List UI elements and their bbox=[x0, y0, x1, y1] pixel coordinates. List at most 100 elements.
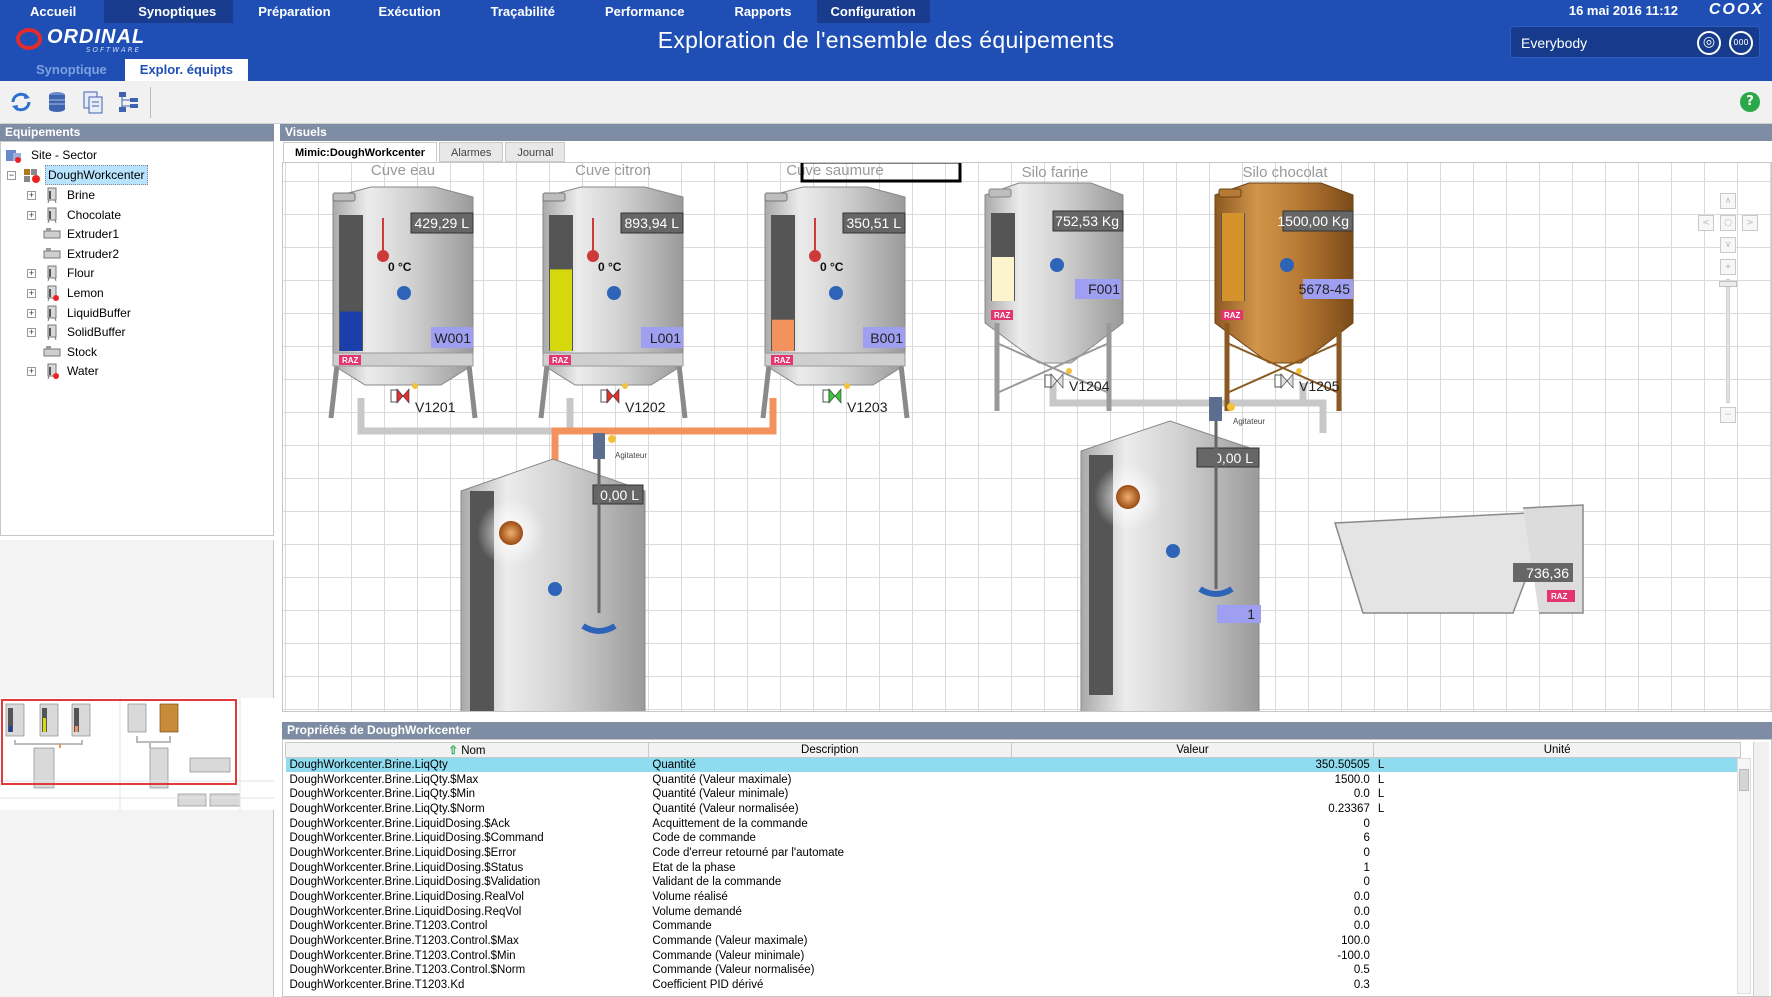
tab-journal[interactable]: Journal bbox=[505, 142, 566, 162]
tree-item-stock[interactable]: Stock bbox=[21, 342, 241, 362]
mixer-right[interactable]: 0,00 L Agitateur 1 bbox=[1080, 397, 1265, 712]
column-header-unite[interactable]: Unité bbox=[1373, 742, 1741, 758]
copy-documents-icon[interactable] bbox=[80, 89, 106, 115]
table-row[interactable]: DoughWorkcenter.Brine.LiquidDosing.ReqVo… bbox=[286, 904, 1741, 919]
table-row[interactable]: DoughWorkcenter.Brine.LiquidDosing.$Stat… bbox=[286, 860, 1741, 875]
user-code-button[interactable]: 000 bbox=[1729, 31, 1753, 55]
silo-farine[interactable]: Silo farine RAZ 752,53 Kg F001 V1204 bbox=[984, 164, 1124, 411]
inner-scrollbar-thumb[interactable] bbox=[1739, 769, 1749, 791]
expand-icon[interactable]: + bbox=[27, 289, 36, 298]
tree-item-extruder1[interactable]: Extruder1 bbox=[21, 224, 241, 244]
collapse-icon[interactable]: − bbox=[7, 171, 16, 180]
raz-button: RAZ bbox=[342, 356, 359, 365]
nav-preparation[interactable]: Préparation bbox=[233, 0, 353, 23]
tanks-layer: Cuve eau RAZ 429,29 L 0 °C W001 V1201 Cuve cit… bbox=[328, 163, 1354, 419]
tank-icon bbox=[47, 187, 57, 203]
tank-b001[interactable]: Cuve saumureRAZ350,51 L0 °CB001V1203 bbox=[760, 163, 962, 419]
cell-nom: DoughWorkcenter.Brine.LiquidDosing.$Ack bbox=[289, 817, 510, 830]
tab-synoptique[interactable]: Synoptique bbox=[18, 59, 125, 81]
tree-item-liquidbuffer[interactable]: + LiquidBuffer bbox=[21, 303, 241, 323]
tree-root[interactable]: Site - Sector bbox=[5, 145, 205, 165]
cell-description: Volume demandé bbox=[652, 905, 742, 918]
pan-up-icon[interactable]: ∧ bbox=[1720, 193, 1736, 209]
database-icon[interactable] bbox=[44, 89, 70, 115]
tank-l001[interactable]: Cuve citron RAZ 893,94 L 0 °C L001 V1202 bbox=[538, 163, 688, 419]
table-row[interactable]: DoughWorkcenter.Brine.T1203.Control.$Min… bbox=[286, 948, 1741, 963]
tree-item-extruder2[interactable]: Extruder2 bbox=[21, 244, 241, 264]
nav-rapports[interactable]: Rapports bbox=[709, 0, 816, 23]
refresh-icon[interactable] bbox=[8, 89, 34, 115]
sort-up-icon: ⇧ bbox=[448, 745, 459, 757]
valve-v1201-icon[interactable] bbox=[390, 383, 418, 404]
table-row[interactable]: DoughWorkcenter.Brine.LiqQty.$Norm Quanti… bbox=[286, 802, 1741, 817]
column-header-description[interactable]: Description bbox=[647, 742, 1012, 758]
table-row[interactable]: DoughWorkcenter.Brine.T1203.Kd Coefficien… bbox=[286, 978, 1741, 993]
cell-nom: DoughWorkcenter.Brine.T1203.Control.$Min bbox=[289, 949, 516, 962]
properties-scrollbar[interactable] bbox=[1753, 742, 1769, 996]
tank-w001[interactable]: Cuve eau RAZ 429,29 L 0 °C W001 V1201 bbox=[328, 163, 478, 419]
nav-performance[interactable]: Performance bbox=[580, 0, 709, 23]
table-row[interactable]: DoughWorkcenter.Brine.T1203.Control.$Nor… bbox=[286, 963, 1741, 978]
column-header-valeur[interactable]: Valeur bbox=[1010, 742, 1375, 758]
cell-description: Quantité bbox=[648, 757, 1012, 773]
table-row[interactable]: DoughWorkcenter.Brine.LiquidDosing.$Comm… bbox=[286, 831, 1741, 846]
zoom-slider-track[interactable] bbox=[1726, 279, 1730, 403]
tree-item-brine[interactable]: + Brine bbox=[21, 185, 241, 205]
hierarchy-icon[interactable] bbox=[116, 89, 142, 115]
valve-v1203-icon[interactable] bbox=[822, 383, 850, 404]
table-row[interactable]: DoughWorkcenter.Brine.LiqQty Quantité 350.… bbox=[285, 757, 1741, 773]
pan-home-icon[interactable]: ○ bbox=[1720, 215, 1736, 231]
inner-scrollbar[interactable] bbox=[1737, 758, 1751, 994]
silo-chocolat[interactable]: Silo chocolat RAZ 1500,00 Kg 5678-45 V1205 bbox=[1214, 164, 1354, 411]
tab-alarmes[interactable]: Alarmes bbox=[438, 142, 504, 162]
nav-configuration[interactable]: Configuration bbox=[816, 0, 930, 23]
storage-bin[interactable]: 736,36 RAZ bbox=[1333, 504, 1584, 614]
zoom-in-icon[interactable]: + bbox=[1720, 259, 1736, 275]
table-row[interactable]: DoughWorkcenter.Brine.T1203.Control.$Max… bbox=[286, 934, 1741, 949]
tab-mimic[interactable]: Mimic:DoughWorkcenter bbox=[283, 142, 437, 162]
expand-icon[interactable]: + bbox=[27, 367, 36, 377]
valve-v1202-icon[interactable] bbox=[600, 383, 628, 404]
nav-synoptiques[interactable]: Synoptiques bbox=[104, 0, 234, 23]
table-row[interactable]: DoughWorkcenter.Brine.LiquidDosing.$Vali… bbox=[286, 875, 1741, 890]
nav-accueil[interactable]: Accueil bbox=[0, 0, 104, 23]
minimap-viewport-frame[interactable] bbox=[1, 699, 237, 785]
expand-icon[interactable]: + bbox=[27, 328, 36, 338]
table-row[interactable]: DoughWorkcenter.Brine.LiqQty.$Max Quantit… bbox=[286, 772, 1741, 787]
status-dot bbox=[829, 286, 843, 300]
table-row[interactable]: DoughWorkcenter.Brine.LiqQty.$Min Quantit… bbox=[286, 787, 1741, 802]
tree-item-solidbuffer[interactable]: + SolidBuffer bbox=[21, 322, 241, 342]
status-dot bbox=[1166, 544, 1180, 558]
table-row[interactable]: DoughWorkcenter.Brine.LiquidDosing.$Erro… bbox=[286, 846, 1741, 861]
tank-code: B001 bbox=[870, 330, 903, 346]
expand-icon[interactable]: + bbox=[27, 308, 36, 318]
pan-left-icon[interactable]: < bbox=[1698, 215, 1714, 231]
user-target-button[interactable]: ◎ bbox=[1697, 31, 1721, 55]
pan-down-icon[interactable]: ∨ bbox=[1720, 237, 1736, 253]
table-row[interactable]: DoughWorkcenter.Brine.LiquidDosing.RealV… bbox=[286, 890, 1741, 905]
nav-tracabilite[interactable]: Traçabilité bbox=[466, 0, 580, 23]
cell-unite bbox=[1374, 934, 1741, 949]
mimic-overview-minimap[interactable] bbox=[0, 698, 274, 810]
nav-execution[interactable]: Exécution bbox=[354, 0, 466, 23]
tab-explor-equipts[interactable]: Explor. équipts bbox=[124, 59, 248, 81]
zoom-slider-thumb[interactable] bbox=[1719, 281, 1737, 287]
column-header-nom[interactable]: ⇧ Nom bbox=[285, 742, 649, 758]
cell-unite: L bbox=[1373, 757, 1741, 773]
expand-icon[interactable]: + bbox=[27, 191, 36, 200]
tree-item-chocolate[interactable]: + Chocolate bbox=[21, 205, 241, 225]
pan-right-icon[interactable]: > bbox=[1742, 215, 1758, 231]
mixer-left[interactable]: 0,00 L Agitateur bbox=[460, 433, 647, 712]
user-box[interactable]: Everybody ◎ 000 bbox=[1510, 26, 1760, 58]
tree-item-doughworkcenter[interactable]: − DoughWorkcenter bbox=[5, 165, 245, 185]
help-icon[interactable]: ? bbox=[1740, 92, 1760, 112]
expand-icon[interactable]: + bbox=[27, 210, 36, 220]
expand-icon[interactable]: + bbox=[27, 269, 36, 279]
tree-item-lemon[interactable]: + Lemon bbox=[21, 283, 241, 303]
tree-item-water[interactable]: + Water bbox=[21, 361, 241, 381]
tree-item-flour[interactable]: + Flour bbox=[21, 263, 241, 283]
zoom-out-icon[interactable]: − bbox=[1720, 407, 1736, 423]
table-row[interactable]: DoughWorkcenter.Brine.T1203.Control Comma… bbox=[286, 919, 1741, 934]
table-row[interactable]: DoughWorkcenter.Brine.LiquidDosing.$Ack A… bbox=[286, 816, 1741, 831]
mimic-canvas[interactable]: Cuve eau RAZ 429,29 L 0 °C W001 V1201 Cuve cit… bbox=[282, 162, 1772, 712]
